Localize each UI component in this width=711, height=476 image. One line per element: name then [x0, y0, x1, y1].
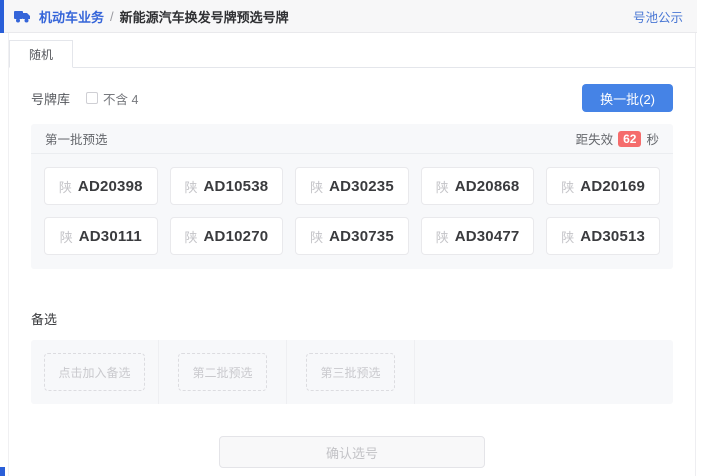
backup-cell: 第二批预选: [159, 340, 287, 404]
content-card: 随机 号牌库 不含 4 换一批(2) 第一批预选 距失效 62 秒 陕 AD20…: [8, 33, 696, 476]
plate-province-prefix: 陕: [60, 227, 73, 246]
change-batch-button[interactable]: 换一批(2): [582, 84, 673, 112]
plate-pool-row: 号牌库 不含 4 换一批(2): [31, 84, 673, 112]
breadcrumb-section[interactable]: 机动车业务: [39, 7, 104, 26]
plate-card[interactable]: 陕 AD20398: [44, 167, 158, 205]
backup-panel: 点击加入备选 第二批预选 第三批预选: [31, 340, 673, 404]
plate-number: AD30111: [79, 228, 142, 245]
confirm-selection-button[interactable]: 确认选号: [219, 436, 485, 468]
header-accent-bar: [0, 0, 4, 33]
bottom-accent-bar: [0, 467, 5, 476]
plate-province-prefix: 陕: [561, 177, 574, 196]
plate-card[interactable]: 陕 AD30111: [44, 217, 158, 255]
plate-card[interactable]: 陕 AD30477: [421, 217, 535, 255]
plate-card[interactable]: 陕 AD20169: [546, 167, 660, 205]
plate-number: AD10270: [204, 228, 269, 245]
plate-number: AD30477: [455, 228, 520, 245]
plate-number: AD30513: [580, 228, 645, 245]
plate-card[interactable]: 陕 AD20868: [421, 167, 535, 205]
plate-number: AD30735: [329, 228, 394, 245]
plate-card[interactable]: 陕 AD30735: [295, 217, 409, 255]
expire-countdown: 距失效 62 秒: [576, 129, 659, 148]
batch3-slot-button[interactable]: 第三批预选: [306, 353, 394, 391]
batch1-title: 第一批预选: [45, 129, 108, 148]
batch2-slot-button[interactable]: 第二批预选: [178, 353, 266, 391]
checkbox-icon[interactable]: [86, 92, 98, 104]
exclude-4-label: 不含 4: [103, 89, 138, 108]
plate-number: AD20868: [455, 178, 520, 195]
plate-province-prefix: 陕: [310, 177, 323, 196]
expire-prefix: 距失效: [576, 129, 614, 148]
plate-card[interactable]: 陕 AD10270: [170, 217, 284, 255]
plate-province-prefix: 陕: [184, 227, 197, 246]
page-title: 新能源汽车换发号牌预选号牌: [120, 7, 289, 26]
add-to-backup-button[interactable]: 点击加入备选: [44, 353, 144, 391]
batch1-panel: 第一批预选 距失效 62 秒 陕 AD20398 陕 AD10538 陕 AD3…: [31, 124, 673, 269]
plate-card[interactable]: 陕 AD10538: [170, 167, 284, 205]
plate-number: AD20398: [78, 178, 143, 195]
backup-cell: 第三批预选: [287, 340, 415, 404]
expire-suffix: 秒: [646, 129, 659, 148]
plate-pool-label: 号牌库: [31, 89, 70, 108]
plate-number: AD30235: [329, 178, 394, 195]
breadcrumb-separator: /: [110, 9, 114, 24]
plate-card[interactable]: 陕 AD30235: [295, 167, 409, 205]
truck-icon: [14, 10, 31, 23]
expire-seconds-badge: 62: [618, 131, 641, 147]
tab-random[interactable]: 随机: [9, 40, 73, 68]
plate-province-prefix: 陕: [561, 227, 574, 246]
pool-publicity-link[interactable]: 号池公示: [633, 7, 683, 26]
exclude-4-checkbox[interactable]: 不含 4: [86, 89, 138, 108]
plate-number: AD20169: [580, 178, 645, 195]
plate-province-prefix: 陕: [184, 177, 197, 196]
plate-province-prefix: 陕: [436, 177, 449, 196]
tab-bar: 随机: [9, 33, 695, 68]
backup-cell: 点击加入备选: [31, 340, 159, 404]
header-bar: 机动车业务 / 新能源汽车换发号牌预选号牌 号池公示: [0, 0, 697, 33]
backup-section-title: 备选: [31, 309, 695, 328]
plate-province-prefix: 陕: [310, 227, 323, 246]
plate-province-prefix: 陕: [59, 177, 72, 196]
plate-grid: 陕 AD20398 陕 AD10538 陕 AD30235 陕 AD20868 …: [31, 154, 673, 269]
batch1-header: 第一批预选 距失效 62 秒: [31, 124, 673, 154]
plate-number: AD10538: [204, 178, 269, 195]
plate-card[interactable]: 陕 AD30513: [546, 217, 660, 255]
plate-province-prefix: 陕: [436, 227, 449, 246]
